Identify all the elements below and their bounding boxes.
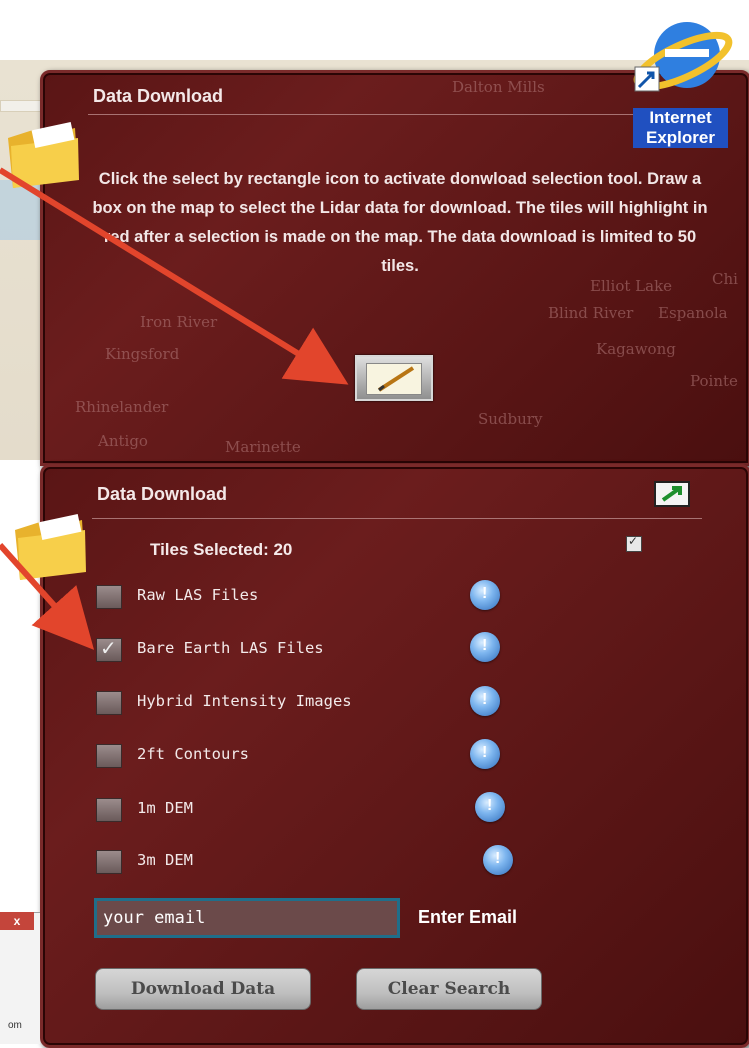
info-icon[interactable] [470,632,500,662]
option-label: Bare Earth LAS Files [137,639,324,657]
option-hybrid-intensity[interactable]: Hybrid Intensity Images [96,689,526,715]
folder-icon [8,122,79,188]
map-road [0,100,42,112]
window-close-button[interactable]: x [0,912,34,930]
email-label: Enter Email [418,907,518,927]
ie-label-line2: Explorer [646,128,715,147]
checkbox[interactable] [96,636,122,662]
clear-search-button[interactable]: Clear Search [356,968,542,1010]
close-checkbox[interactable] [626,534,642,552]
paper-icon [366,363,422,395]
map-label: Kingsford [105,345,180,363]
option-label: Raw LAS Files [137,586,259,604]
pencil-icon [377,366,415,392]
checkbox[interactable] [96,691,122,715]
select-by-rectangle-button[interactable] [355,355,433,401]
map-label: Chi [712,270,738,288]
option-2ft-contours[interactable]: 2ft Contours [96,742,526,768]
option-label: 1m DEM [137,799,193,817]
green-arrow-icon [661,486,682,502]
option-3m-dem[interactable]: 3m DEM [96,848,526,874]
map-label: Marinette [225,438,301,456]
zoom-label: om [8,1020,22,1031]
option-raw-las[interactable]: Raw LAS Files [96,583,526,609]
map-label: Blind River [548,304,634,322]
tiles-selected-count: Tiles Selected: 20 [150,540,293,559]
checkbox[interactable] [96,798,122,822]
map-label: Sudbury [478,410,543,428]
map-label: Iron River [140,313,218,331]
map-label: Dalton Mills [452,78,545,96]
map-label: Pointe [690,372,738,390]
ie-logo-icon [633,22,733,92]
info-icon[interactable] [470,739,500,769]
checkbox[interactable] [96,850,122,874]
instructions-text: Click the select by rectangle icon to ac… [92,170,708,275]
checkbox[interactable] [96,585,122,609]
option-label: 2ft Contours [137,745,249,763]
map-label: Rhinelander [75,398,169,416]
info-icon[interactable] [475,792,505,822]
panel-title: Data Download [97,484,228,504]
option-label: Hybrid Intensity Images [137,692,352,710]
map-label: Espanola [658,304,728,322]
option-bare-earth-las[interactable]: Bare Earth LAS Files [96,636,526,662]
panel-title: Data Download [93,86,224,106]
email-input[interactable] [94,898,400,938]
info-icon[interactable] [470,580,500,610]
download-data-button[interactable]: Download Data [95,968,311,1010]
map-label: Antigo [98,432,148,450]
info-icon[interactable] [483,845,513,875]
checkbox[interactable] [96,744,122,768]
ie-label-line1: Internet [649,108,712,127]
info-icon[interactable] [470,686,500,716]
map-label: Kagawong [596,340,676,358]
folder-icon [15,514,86,580]
ie-label: Internet Explorer [633,108,728,148]
expand-icon[interactable] [654,481,690,507]
title-divider [92,518,702,519]
option-label: 3m DEM [137,851,193,869]
option-1m-dem[interactable]: 1m DEM [96,796,526,822]
